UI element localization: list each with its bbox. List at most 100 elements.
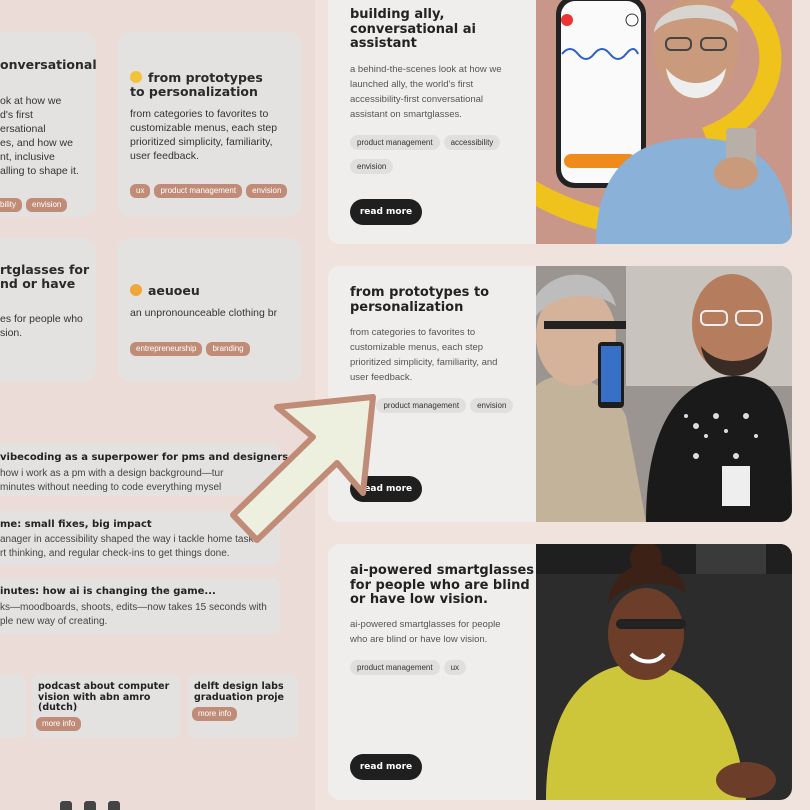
social-icon[interactable] [60, 801, 72, 810]
post-title: ai-powered smartglasses for people who a… [350, 563, 534, 608]
bg-card-building-ally[interactable]: onversational ok at how we d's first ers… [0, 32, 96, 217]
list-item-line: how i work as a pm with a design backgro… [0, 468, 224, 479]
more-info-button[interactable]: more info [192, 707, 238, 721]
tag[interactable]: envision [350, 159, 394, 174]
list-item-ai-game[interactable]: inutes: how ai is changing the game... k… [0, 578, 280, 634]
post-body-line: a behind-the-scenes look at how we [350, 64, 502, 75]
post-body-line: customizable menus, each step [350, 342, 484, 353]
post-title-line: for people who are blind [350, 577, 530, 593]
tag[interactable]: accessibility [443, 135, 501, 150]
tag[interactable]: product management [350, 135, 440, 150]
more-info-button[interactable]: more info [36, 717, 82, 731]
list-item-line: ple new way of creating. [0, 616, 108, 627]
post-title: from prototypes to personalization [350, 285, 490, 315]
post-body-line: from categories to favorites to [350, 327, 476, 338]
read-more-button[interactable]: read more [350, 754, 422, 780]
small-card-title: delft design labs graduation proje [194, 681, 284, 703]
tag[interactable]: envision [470, 398, 514, 413]
post-body-line: who are blind or have low vision. [350, 634, 488, 645]
arrow-icon [230, 394, 376, 543]
card-body-line: nt, inclusive [0, 151, 55, 163]
small-card-title-line: (dutch) [38, 702, 78, 713]
card-title: nd or have [0, 276, 76, 291]
small-card-title-line: podcast about computer [38, 681, 170, 692]
post-body: a behind-the-scenes look at how we launc… [350, 62, 520, 122]
card-body-line: alling to shape it. [0, 165, 79, 177]
tag-list: product management ux [350, 657, 540, 681]
post-card-smartglasses[interactable]: ai-powered smartglasses for people who a… [328, 544, 792, 800]
list-item-line: ks—moodboards, shoots, edits—now takes 1… [0, 602, 267, 613]
small-card-partial[interactable] [0, 674, 26, 738]
read-more-button[interactable]: read more [350, 199, 422, 225]
smile-emoji-icon [130, 71, 142, 83]
post-title: building ally, conversational ai assista… [350, 7, 476, 52]
card-body-line: ersational [0, 123, 46, 135]
tag-list: product management accessibility envision [350, 132, 540, 180]
cat-emoji-icon [130, 284, 142, 296]
post-card-prototypes[interactable]: from prototypes to personalization from … [328, 266, 792, 522]
small-card-title-line: graduation proje [194, 691, 284, 703]
post-body-line: launched ally, the world's first [350, 79, 474, 90]
card-body-line: ok at how we [0, 95, 62, 107]
chip-row: ux product management envision [130, 180, 291, 198]
list-item-line: rt thinking, and regular check-ins to ge… [0, 548, 230, 559]
post-body-line: prioritized simplicity, familiarity, and [350, 357, 498, 368]
chip-row: entrepreneurship branding [130, 338, 254, 356]
chip[interactable]: envision [246, 184, 288, 198]
card-title-text: aeuoeu [148, 283, 200, 298]
card-body-line: sion. [0, 327, 23, 339]
small-card-delft[interactable]: delft design labs graduation proje more … [188, 674, 298, 738]
card-body-line: an unpronounceable clothing br [130, 307, 278, 319]
chip[interactable]: envision [26, 198, 68, 212]
post-title-line: ai-powered smartglasses [350, 563, 534, 578]
card-title: rtglasses for [0, 262, 90, 277]
card-body-line: customizable menus, each step [130, 122, 278, 134]
tag[interactable]: product management [350, 660, 440, 675]
card-body-line: es for people who [0, 313, 83, 325]
card-title: aeuoeu [130, 284, 200, 298]
post-body-line: user feedback. [350, 372, 413, 383]
card-title: onversational [0, 57, 96, 72]
post-title-line: from prototypes to [350, 285, 490, 300]
list-item-title: inutes: how ai is changing the game... [0, 586, 216, 597]
chip[interactable]: branding [206, 342, 250, 356]
social-links [60, 800, 160, 810]
chip-row: bility envision [0, 194, 71, 212]
social-icon[interactable] [84, 801, 96, 810]
post-title-line: personalization [350, 299, 464, 315]
post-title-line: building ally, [350, 7, 445, 22]
small-card-title-line: delft design labs [194, 681, 284, 692]
bg-card-aeuoeu[interactable]: aeuoeu an unpronounceable clothing br en… [117, 238, 302, 382]
chip[interactable]: ux [130, 184, 151, 198]
list-item-title: me: small fixes, big impact [0, 519, 152, 530]
card-title: from prototypes to personalization [130, 71, 280, 99]
post-body: from categories to favorites to customiz… [350, 325, 520, 385]
tag[interactable]: ux [443, 660, 467, 675]
card-body-line: from categories to favorites to [130, 108, 269, 120]
small-card-title-line: vision with abn amro [38, 691, 151, 703]
post-title-line: or have low vision. [350, 592, 488, 607]
chip[interactable]: entrepreneurship [130, 342, 203, 356]
list-item-line: minutes without needing to code everythi… [0, 482, 222, 493]
photo-illustration [536, 0, 792, 244]
post-body: ai-powered smartglasses for people who a… [350, 617, 520, 647]
photo-illustration [536, 544, 792, 800]
post-body-line: accessibility-first conversational [350, 94, 484, 105]
post-image-woman-smiling [536, 544, 792, 800]
bg-card-smartglasses[interactable]: rtglasses for nd or have es for people w… [0, 238, 96, 382]
post-card-building-ally[interactable]: building ally, conversational ai assista… [328, 0, 792, 244]
card-body-line: user feedback. [130, 150, 199, 162]
list-item-line: anager in accessibility shaped the way i… [0, 534, 259, 545]
chip[interactable]: bility [0, 198, 23, 212]
small-card-title: podcast about computer vision with abn a… [38, 681, 170, 714]
card-body-line: prioritized simplicity, familiarity, [130, 136, 273, 148]
chip[interactable]: product management [154, 184, 243, 198]
small-card-podcast[interactable]: podcast about computer vision with abn a… [32, 674, 180, 738]
card-body-line: es, and how we [0, 137, 73, 149]
bg-card-prototypes[interactable]: from prototypes to personalization from … [117, 32, 302, 217]
post-body-line: ai-powered smartglasses for people [350, 619, 501, 630]
post-title-line: conversational ai [350, 21, 476, 37]
social-icon[interactable] [108, 801, 120, 810]
post-title-line: assistant [350, 36, 417, 51]
post-image-users-with-glasses [536, 266, 792, 522]
